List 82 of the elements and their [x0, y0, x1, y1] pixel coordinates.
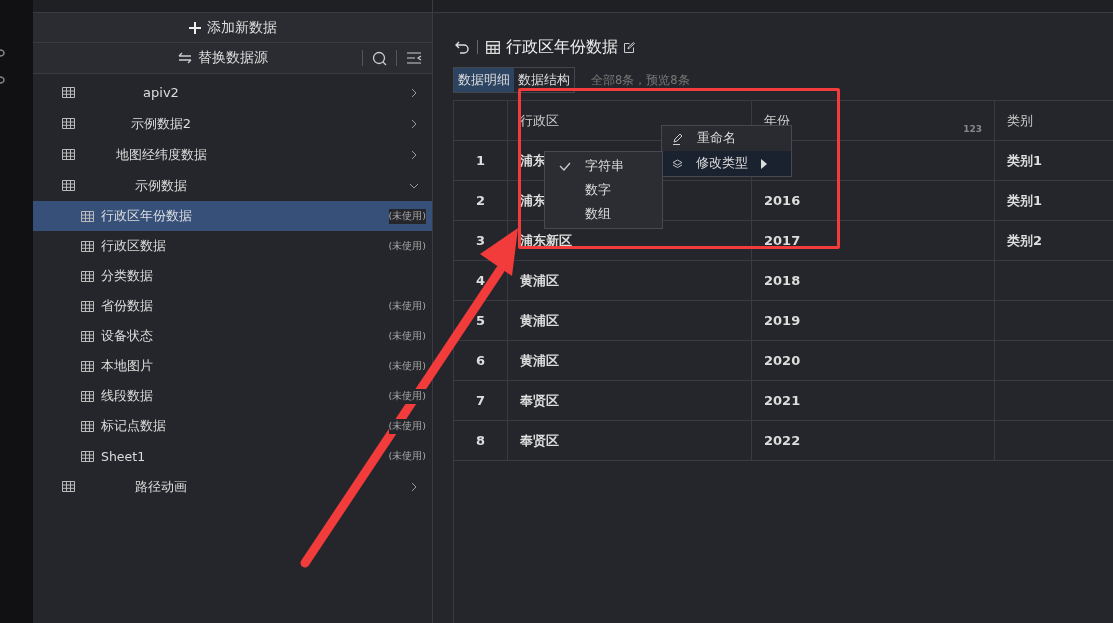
table-cell: 2016 [752, 181, 995, 221]
table-icon [81, 420, 94, 432]
table-icon [81, 360, 94, 372]
tree-folder[interactable]: 示例数据 [33, 170, 432, 201]
add-data-button[interactable]: 添加新数据 [33, 13, 432, 43]
table-cell: 奉贤区 [508, 421, 752, 461]
table-cell: 类别1 [995, 141, 1113, 181]
unused-status: (未使用) [388, 238, 426, 254]
tree-item[interactable]: 设备状态 (未使用) [33, 321, 432, 351]
table-icon [81, 330, 94, 342]
table-cell: 2018 [752, 261, 995, 301]
triangle-right-icon [761, 158, 767, 169]
unused-status: (未使用) [388, 358, 426, 374]
tree-item[interactable]: 本地图片 (未使用) [33, 351, 432, 381]
table-icon [81, 300, 94, 312]
row-number: 5 [454, 301, 508, 341]
tree-item[interactable]: 标记点数据 (未使用) [33, 411, 432, 441]
table-icon [486, 40, 500, 54]
unused-status: (未使用) [388, 418, 426, 434]
table-icon [62, 149, 75, 160]
pencil-icon [672, 132, 684, 145]
table-icon [81, 210, 94, 222]
row-number: 1 [454, 141, 508, 181]
table-cell: 奉贤区 [508, 381, 752, 421]
table-cell: 2022 [752, 421, 995, 461]
table-cell: 2021 [752, 381, 995, 421]
unused-status: (未使用) [388, 298, 426, 314]
table-icon [62, 180, 75, 191]
type-label: 123 [963, 124, 982, 134]
chevron-right-icon [410, 150, 418, 159]
row-number: 7 [454, 381, 508, 421]
menu-item[interactable]: 修改类型 [662, 151, 791, 176]
table-icon [81, 450, 94, 462]
table-cell: 类别1 [995, 181, 1113, 221]
table-cell: 黄浦区 [508, 341, 752, 381]
table-cell: 2020 [752, 341, 995, 381]
table-cell: 类别2 [995, 221, 1113, 261]
tree-item[interactable]: 线段数据 (未使用) [33, 381, 432, 411]
table-icon [62, 87, 75, 98]
table-icon [62, 481, 75, 492]
tree-folder[interactable]: 路径动画 [33, 471, 432, 502]
tab[interactable]: 数据结构 [514, 68, 574, 92]
unused-status: (未使用) [388, 448, 426, 464]
chevron-right-icon [410, 119, 418, 128]
row-number: 6 [454, 341, 508, 381]
table-icon [81, 390, 94, 402]
edit-icon[interactable] [624, 41, 635, 53]
record-count: 全部8条，预览8条 [591, 72, 690, 88]
tree-item[interactable]: Sheet1 (未使用) [33, 441, 432, 471]
chevron-right-icon [410, 482, 418, 491]
tree-item[interactable]: 省份数据 (未使用) [33, 291, 432, 321]
unused-status: (未使用) [388, 388, 426, 404]
plus-icon [188, 21, 201, 34]
tab[interactable]: 数据明细 [454, 68, 514, 92]
table-icon [62, 118, 75, 129]
search-icon[interactable] [372, 50, 387, 66]
dataset-title: 行政区年份数据 [506, 36, 618, 58]
chevron-right-icon [410, 88, 418, 97]
tree-item[interactable]: 行政区年份数据 (未使用) [33, 201, 432, 231]
menu-item[interactable]: 字符串 [545, 154, 662, 178]
undo-icon[interactable] [455, 40, 469, 54]
table-cell: 黄浦区 [508, 301, 752, 341]
table-icon [81, 270, 94, 282]
table-cell: 2017 [752, 221, 995, 261]
swap-arrows-icon [178, 52, 192, 64]
chevron-down-icon [410, 181, 418, 190]
column-header[interactable]: 类别 [1007, 111, 1033, 130]
table-icon [81, 240, 94, 252]
unused-status: (未使用) [388, 208, 426, 224]
tree-folder[interactable]: 示例数据2 [33, 108, 432, 139]
row-number: 2 [454, 181, 508, 221]
tree-folder[interactable]: 地图经纬度数据 [33, 139, 432, 170]
row-number: 8 [454, 421, 508, 461]
tree-folder[interactable]: apiv2 [33, 77, 432, 108]
tree-item[interactable]: 行政区数据 (未使用) [33, 231, 432, 261]
layers-icon [672, 158, 683, 169]
column-header[interactable]: 行政区 [520, 111, 559, 130]
tree-item[interactable]: 分类数据 [33, 261, 432, 291]
collapse-icon[interactable] [406, 52, 422, 64]
menu-item[interactable]: 数字 [545, 178, 662, 202]
unused-status: (未使用) [388, 328, 426, 344]
table-cell: 2019 [752, 301, 995, 341]
